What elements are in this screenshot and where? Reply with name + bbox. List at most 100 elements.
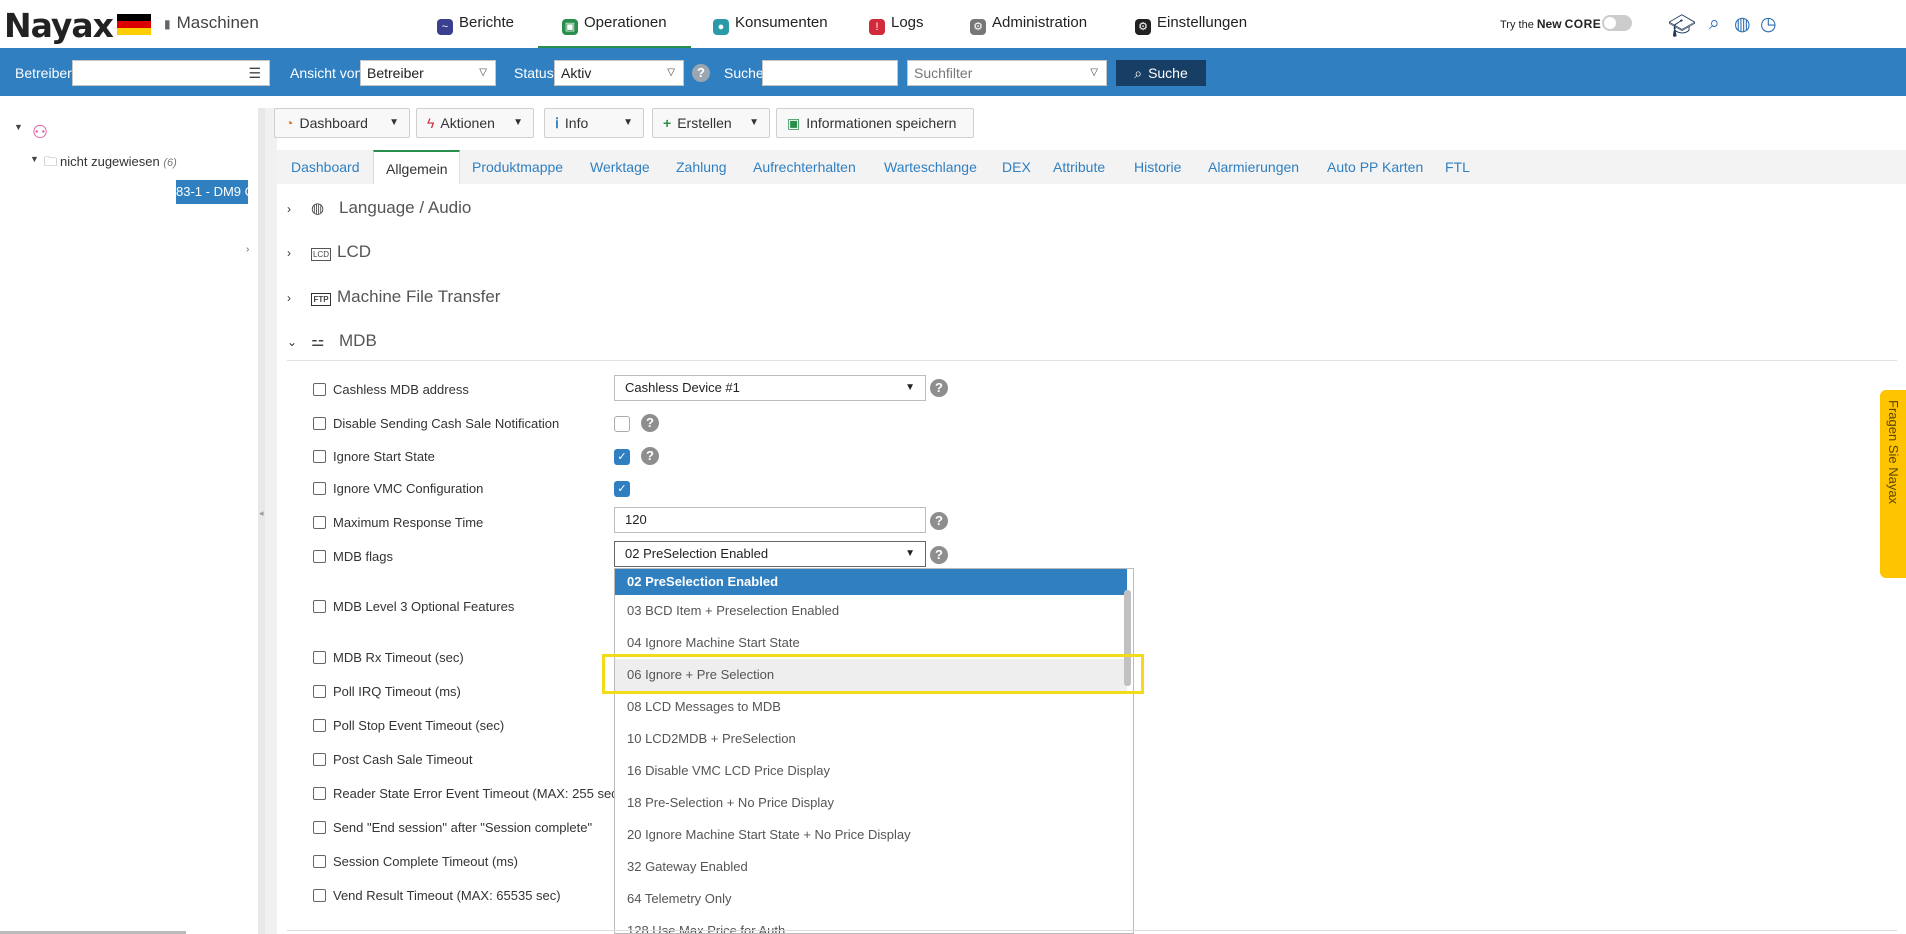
row-checkbox[interactable]	[313, 889, 326, 902]
dropdown-option[interactable]: 16 Disable VMC LCD Price Display	[615, 755, 1127, 787]
ignore-vmc-checkbox[interactable]: ✓	[614, 481, 630, 497]
list-icon[interactable]: ☰	[248, 61, 261, 85]
tree-node-unassigned[interactable]: 🗀︎ nicht zugewiesen (6)	[44, 153, 177, 175]
nav-logs[interactable]: ! Logs	[869, 0, 924, 46]
row-cashless-mdb-address[interactable]: Cashless MDB address	[313, 380, 469, 400]
tab-attribute[interactable]: Attribute	[1053, 150, 1105, 184]
nayax-logo[interactable]: Nayax	[4, 6, 114, 45]
dropdown-option[interactable]: 02 PreSelection Enabled	[615, 569, 1127, 595]
help-icon[interactable]: ?	[930, 512, 948, 530]
nav-einstellungen[interactable]: ⚙ Einstellungen	[1135, 0, 1247, 46]
search-button[interactable]: ⌕ Suche	[1116, 60, 1206, 86]
dropdown-option[interactable]: 32 Gateway Enabled	[615, 851, 1127, 883]
ask-nayax-tab[interactable]: Fragen Sie Nayax	[1880, 390, 1906, 578]
row-checkbox[interactable]	[313, 516, 326, 529]
expand-arrow-icon[interactable]: ▼	[30, 154, 39, 164]
dropdown-option[interactable]: 18 Pre-Selection + No Price Display	[615, 787, 1127, 819]
max-response-time-input[interactable]: 120	[614, 507, 926, 533]
row-session-complete-timeout[interactable]: Session Complete Timeout (ms)	[313, 852, 518, 872]
disable-cash-sale-checkbox[interactable]	[614, 416, 630, 432]
row-checkbox[interactable]	[313, 685, 326, 698]
nav-operationen[interactable]: ▣ Operationen	[538, 0, 691, 48]
nav-berichte[interactable]: ~ Berichte	[437, 0, 514, 46]
row-ignore-vmc[interactable]: Ignore VMC Configuration	[313, 479, 483, 499]
row-checkbox[interactable]	[313, 787, 326, 800]
row-checkbox[interactable]	[313, 482, 326, 495]
search-input[interactable]	[762, 60, 898, 86]
dropdown-option[interactable]: 08 LCD Messages to MDB	[615, 691, 1127, 723]
info-button[interactable]: ⅰ Info ▼	[544, 108, 644, 138]
row-mdb-rx-timeout[interactable]: MDB Rx Timeout (sec)	[313, 648, 464, 668]
tab-historie[interactable]: Historie	[1134, 150, 1181, 184]
search-filter-select[interactable]: Suchfilter ▽	[907, 60, 1107, 86]
tab-alarmierungen[interactable]: Alarmierungen	[1208, 150, 1299, 184]
view-select[interactable]: Betreiber ▽	[360, 60, 496, 86]
operator-input[interactable]: ☰	[72, 60, 270, 86]
core-toggle[interactable]	[1602, 15, 1632, 31]
row-checkbox[interactable]	[313, 600, 326, 613]
row-poll-irq-timeout[interactable]: Poll IRQ Timeout (ms)	[313, 682, 461, 702]
help-icon[interactable]: ?	[930, 546, 948, 564]
tab-aufrechterhalten[interactable]: Aufrechterhalten	[753, 150, 856, 184]
section-mdb[interactable]: ⌄ ⚍ MDB	[287, 326, 377, 356]
splitter-handle-icon[interactable]: ◂	[259, 508, 264, 519]
tab-ftl[interactable]: FTL	[1445, 150, 1470, 184]
tab-zahlung[interactable]: Zahlung	[676, 150, 727, 184]
row-checkbox[interactable]	[313, 550, 326, 563]
tab-allgemein[interactable]: Allgemein	[373, 150, 461, 184]
row-vend-result-timeout[interactable]: Vend Result Timeout (MAX: 65535 sec)	[313, 886, 561, 906]
row-checkbox[interactable]	[313, 417, 326, 430]
row-send-end-session[interactable]: Send "End session" after "Session comple…	[313, 818, 592, 838]
save-info-button[interactable]: ▣ Informationen speichern	[776, 108, 974, 138]
tab-produktmappe[interactable]: Produktmappe	[472, 150, 563, 184]
cashless-address-select[interactable]: Cashless Device #1 ▼	[614, 375, 926, 401]
create-button[interactable]: + Erstellen ▼	[652, 108, 770, 138]
row-checkbox[interactable]	[313, 821, 326, 834]
dropdown-option[interactable]: 64 Telemetry Only	[615, 883, 1127, 915]
row-checkbox[interactable]	[313, 855, 326, 868]
collapse-arrow-icon[interactable]: ▼	[14, 122, 23, 132]
tree-item-selected[interactable]: 83-1 - DM9 C	[176, 180, 248, 204]
dropdown-option[interactable]: 128 Use Max Price for Auth	[615, 915, 1127, 933]
row-checkbox[interactable]	[313, 450, 326, 463]
dashboard-button[interactable]: ◔ Dashboard ▼	[274, 108, 410, 138]
help-icon[interactable]: ?	[930, 379, 948, 397]
section-machine-file-transfer[interactable]: › FTP Machine File Transfer	[287, 282, 500, 312]
tab-warteschlange[interactable]: Warteschlange	[884, 150, 977, 184]
row-reader-state-error[interactable]: Reader State Error Event Timeout (MAX: 2…	[313, 784, 622, 804]
row-disable-cash-sale[interactable]: Disable Sending Cash Sale Notification	[313, 414, 559, 434]
actions-button[interactable]: ϟ Aktionen ▼	[416, 108, 534, 138]
tab-dashboard[interactable]: Dashboard	[291, 150, 360, 184]
nav-konsumenten[interactable]: ● Konsumenten	[713, 0, 828, 46]
graduation-cap-icon[interactable]: 🎓︎	[1668, 13, 1696, 39]
help-icon[interactable]: ?	[641, 447, 659, 465]
dropdown-option[interactable]: 10 LCD2MDB + PreSelection	[615, 723, 1127, 755]
ignore-start-state-checkbox[interactable]: ✓	[614, 449, 630, 465]
row-checkbox[interactable]	[313, 383, 326, 396]
panel-splitter[interactable]	[258, 108, 265, 934]
tab-dex[interactable]: DEX	[1002, 150, 1031, 184]
help-icon[interactable]: ?	[692, 64, 710, 82]
row-checkbox[interactable]	[313, 719, 326, 732]
row-ignore-start-state[interactable]: Ignore Start State	[313, 447, 435, 467]
search-icon[interactable]: ⌕	[1709, 13, 1720, 35]
row-max-response-time[interactable]: Maximum Response Time	[313, 513, 483, 533]
section-language-audio[interactable]: › ◍ Language / Audio	[287, 193, 471, 223]
tab-werktage[interactable]: Werktage	[590, 150, 650, 184]
row-checkbox[interactable]	[313, 651, 326, 664]
tab-auto-pp-karten[interactable]: Auto PP Karten	[1327, 150, 1423, 184]
dropdown-option[interactable]: 03 BCD Item + Preselection Enabled	[615, 595, 1127, 627]
german-flag-icon[interactable]	[117, 14, 151, 35]
row-post-cash-sale-timeout[interactable]: Post Cash Sale Timeout	[313, 750, 472, 770]
help-icon[interactable]: ?	[641, 414, 659, 432]
row-poll-stop-event-timeout[interactable]: Poll Stop Event Timeout (sec)	[313, 716, 504, 736]
mdb-flags-select[interactable]: 02 PreSelection Enabled ▼	[614, 541, 926, 567]
section-lcd[interactable]: › LCD LCD	[287, 237, 371, 267]
globe-icon[interactable]: ◍	[1734, 13, 1751, 36]
row-checkbox[interactable]	[313, 753, 326, 766]
status-select[interactable]: Aktiv ▽	[554, 60, 684, 86]
dropdown-option[interactable]: 20 Ignore Machine Start State + No Price…	[615, 819, 1127, 851]
nav-administration[interactable]: ⚙ Administration	[970, 0, 1087, 46]
clock-icon[interactable]: ◷	[1760, 13, 1777, 36]
row-mdb-level3[interactable]: MDB Level 3 Optional Features	[313, 597, 514, 617]
